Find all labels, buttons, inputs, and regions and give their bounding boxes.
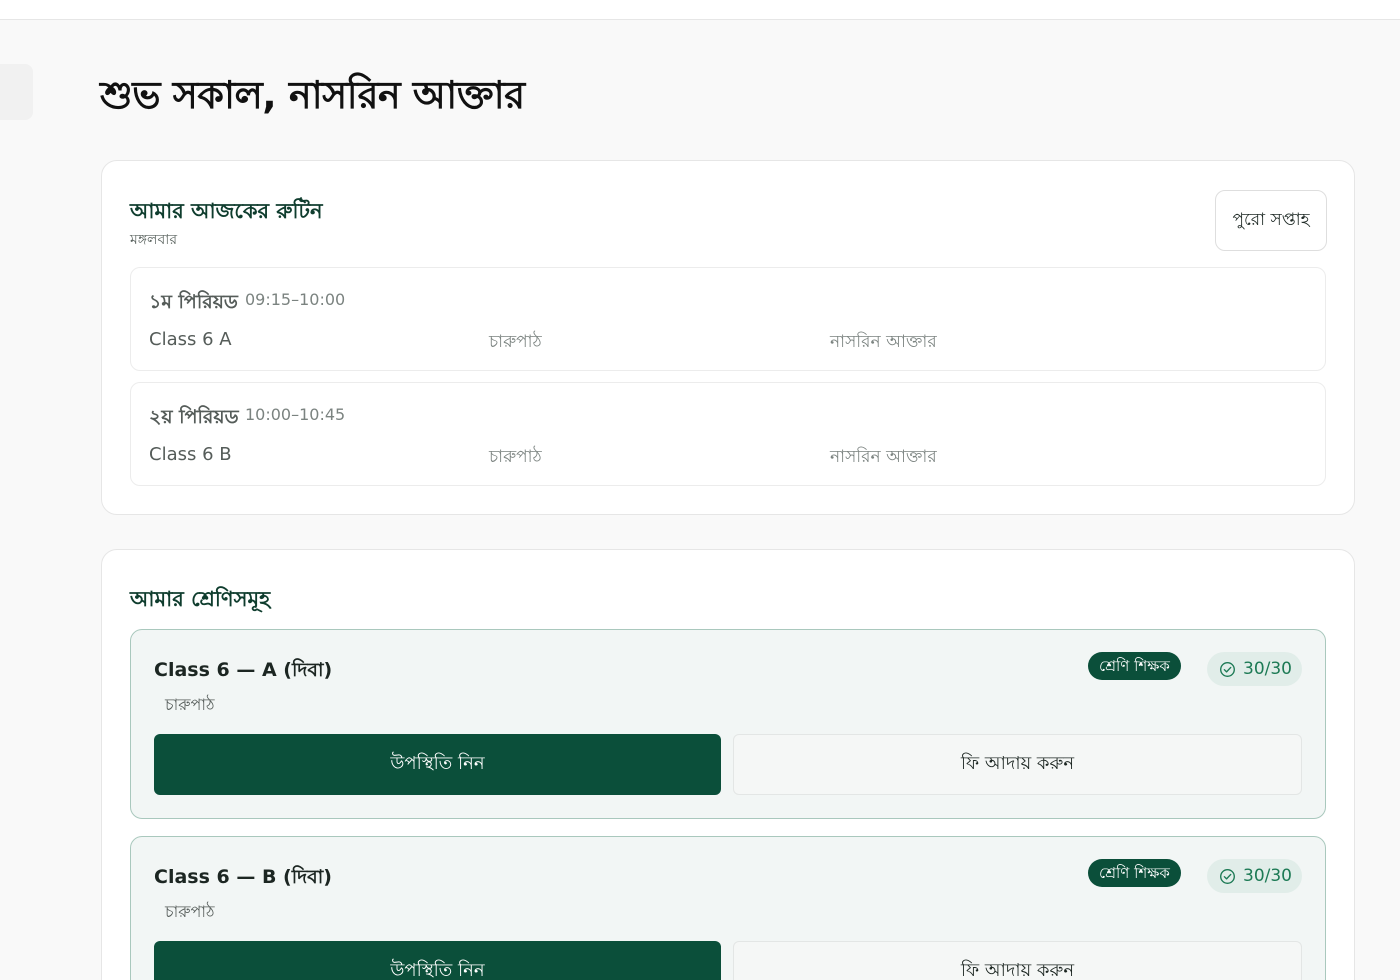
classes-title: আমার শ্রেণিসমূহ xyxy=(130,587,271,611)
class-teacher-badge: শ্রেণি শিক্ষক xyxy=(1088,859,1181,887)
period-teacher: নাসরিন আক্তার xyxy=(830,447,937,467)
period-subject: চারুপাঠ xyxy=(489,332,542,352)
class-card: Class 6 — A (দিবা) শ্রেণি শিক্ষক 30/30 চ… xyxy=(130,629,1326,819)
check-circle-icon xyxy=(1220,661,1235,677)
class-subject: চারুপাঠ xyxy=(165,695,215,714)
class-name: Class 6 — A (দিবা) xyxy=(154,659,333,681)
period-subject: চারুপাঠ xyxy=(489,447,542,467)
my-classes-card: আমার শ্রেণিসমূহ Class 6 — A (দিবা) শ্রেণ… xyxy=(101,549,1355,980)
period-time: 09:15–10:00 xyxy=(245,290,346,309)
attendance-count-badge: 30/30 xyxy=(1207,859,1302,893)
check-circle-icon xyxy=(1220,868,1235,884)
period-row: ১ম পিরিয়ড 09:15–10:00 Class 6 A চারুপাঠ… xyxy=(130,267,1326,371)
attendance-count: 30/30 xyxy=(1243,659,1292,679)
class-subject: চারুপাঠ xyxy=(165,902,215,921)
full-week-button[interactable]: পুরো সপ্তাহ xyxy=(1215,190,1327,251)
period-time: 10:00–10:45 xyxy=(245,405,346,424)
attendance-count-badge: 30/30 xyxy=(1207,652,1302,686)
class-teacher-badge: শ্রেণি শিক্ষক xyxy=(1088,652,1181,680)
period-class: Class 6 A xyxy=(149,329,232,350)
class-card: Class 6 — B (দিবা) শ্রেণি শিক্ষক 30/30 চ… xyxy=(130,836,1326,980)
period-name: ২য় পিরিয়ড xyxy=(149,406,239,428)
period-row: ২য় পিরিয়ড 10:00–10:45 Class 6 B চারুপা… xyxy=(130,382,1326,486)
today-routine-card: আমার আজকের রুটিন মঙ্গলবার পুরো সপ্তাহ ১ম… xyxy=(101,160,1355,515)
take-attendance-button[interactable]: উপস্থিতি নিন xyxy=(154,734,721,795)
take-attendance-button[interactable]: উপস্থিতি নিন xyxy=(154,941,721,980)
attendance-count: 30/30 xyxy=(1243,866,1292,886)
collect-fee-button[interactable]: ফি আদায় করুন xyxy=(733,734,1302,795)
routine-title: আমার আজকের রুটিন xyxy=(130,199,323,223)
collect-fee-button[interactable]: ফি আদায় করুন xyxy=(733,941,1302,980)
period-class: Class 6 B xyxy=(149,444,232,465)
greeting-title: শুভ সকাল, নাসরিন আক্তার xyxy=(100,73,525,117)
top-bar xyxy=(0,0,1400,20)
sidebar-toggle[interactable] xyxy=(0,64,33,120)
period-name: ১ম পিরিয়ড xyxy=(149,291,238,313)
class-name: Class 6 — B (দিবা) xyxy=(154,866,332,888)
routine-day: মঙ্গলবার xyxy=(130,232,178,248)
period-teacher: নাসরিন আক্তার xyxy=(830,332,937,352)
